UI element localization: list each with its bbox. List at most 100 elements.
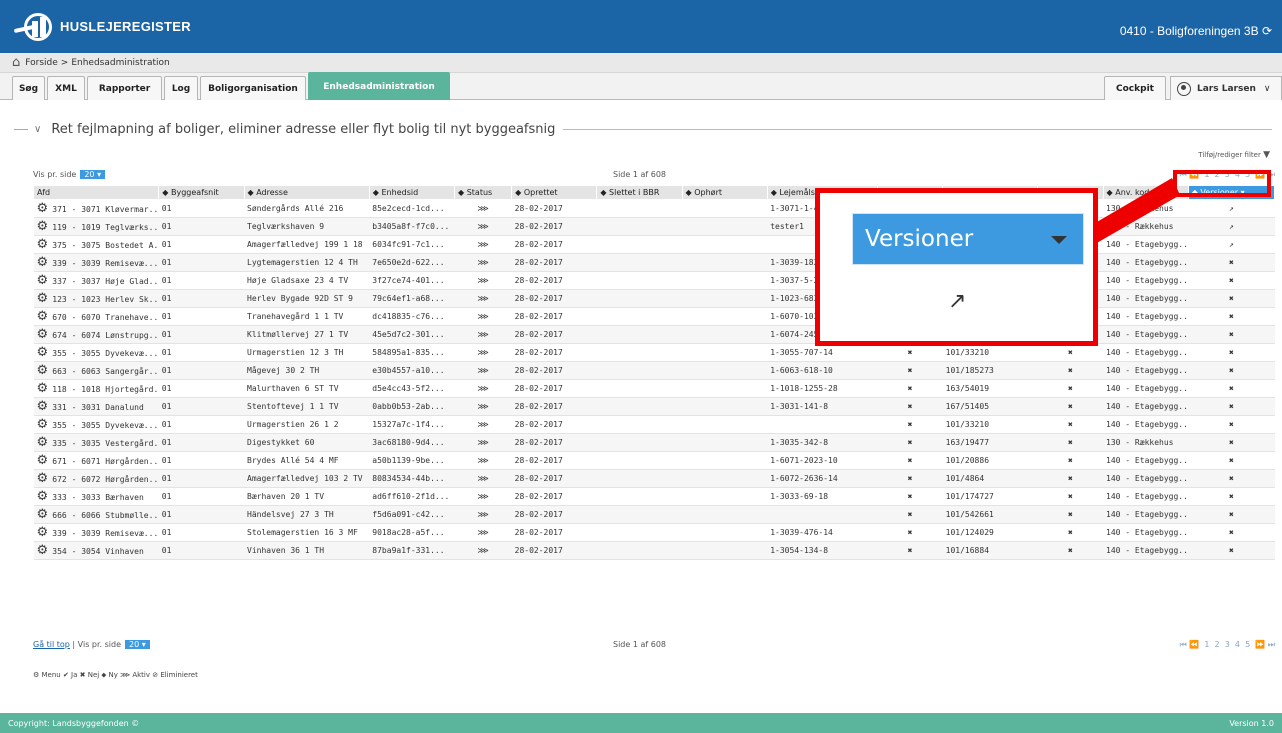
table-cell[interactable]: ↗ [1188,217,1275,236]
gear-icon[interactable]: ⚙ [37,201,53,216]
organization-name[interactable]: 0410 - Boligforeningen 3B ⟳ [1120,24,1272,38]
table-cell[interactable]: ⚙ 672 - 6072 Hørgården... [33,469,159,488]
table-cell[interactable]: ✖ [1188,415,1275,434]
column-header[interactable]: ◆ Slettet i BBR [596,185,683,200]
versioner-header-zoom[interactable]: Versioner [852,213,1084,265]
table-row[interactable]: ⚙ 355 - 3055 Dyvekevæ... 01 Urmagerstien 2… [33,415,1275,434]
gear-icon[interactable]: ⚙ [37,291,53,306]
table-cell[interactable]: ✖ [1188,541,1275,560]
table-cell[interactable]: ✖ [1188,307,1275,326]
gear-icon[interactable]: ⚙ [37,435,53,450]
table-cell[interactable]: ⚙ 123 - 1023 Herlev Sk... [33,289,159,308]
pagination-bottom[interactable]: ⏮ ⏪ 1 2 3 4 5 ⏩ ⏭ [1180,640,1275,650]
table-cell[interactable]: ✖ [1188,289,1275,308]
tab-boligorganisation[interactable]: Boligorganisation [200,76,306,100]
table-row[interactable]: ⚙ 331 - 3031 Danalund 01 Stentoftevej 1 1 … [33,397,1275,416]
table-row[interactable]: ⚙ 671 - 6071 Hørgården... 01 Brydes Allé 5… [33,451,1275,470]
brand-logo[interactable]: HUSLEJEREGISTER [13,9,191,43]
table-row[interactable]: ⚙ 333 - 3033 Bærhaven 01 Bærhaven 20 1 TV a… [33,487,1275,506]
gear-icon[interactable]: ⚙ [37,345,53,360]
table-cell[interactable]: ✖ [1188,361,1275,380]
table-cell[interactable]: ⚙ 375 - 3075 Bostedet A... [33,235,159,254]
table-cell[interactable]: ⚙ 354 - 3054 Vinhaven [33,541,159,560]
user-menu[interactable]: Lars Larsen ∨ [1170,76,1282,100]
external-link-icon[interactable]: ↗ [948,289,966,314]
table-cell[interactable]: ⚙ 355 - 3055 Dyvekevæ... [33,415,159,434]
table-row[interactable]: ⚙ 663 - 6063 Sangergår... 01 Mågevej 30 2 … [33,361,1275,380]
tab-log[interactable]: Log [164,76,198,100]
column-header[interactable]: ◆ Status [453,185,513,200]
column-header[interactable]: ◆ Adresse [243,185,370,200]
table-cell[interactable]: ↗ [1188,235,1275,254]
gear-icon[interactable]: ⚙ [37,219,53,234]
gear-icon[interactable]: ⚙ [37,489,53,504]
section-header[interactable]: ∨ Ret fejlmapning af boliger, eliminer a… [14,122,1272,137]
table-row[interactable]: ⚙ 672 - 6072 Hørgården... 01 Amagerfælledv… [33,469,1275,488]
table-cell[interactable]: ✖ [1188,271,1275,290]
table-cell[interactable]: ✖ [1188,343,1275,362]
table-cell[interactable]: ⚙ 674 - 6074 Lønstrupg... [33,325,159,344]
table-cell[interactable]: ⚙ 671 - 6071 Hørgården... [33,451,159,470]
tab-sog[interactable]: Søg [12,76,45,100]
table-cell[interactable]: ✖ [1188,397,1275,416]
table-cell[interactable]: ✖ [1188,253,1275,272]
table-cell[interactable]: ⚙ 666 - 6066 Stubmølle... [33,505,159,524]
table-cell[interactable]: ✖ [1188,469,1275,488]
table-cell[interactable]: ⚙ 339 - 3039 Remisevæ... [33,253,159,272]
gear-icon[interactable]: ⚙ [37,273,53,288]
table-cell[interactable]: ⚙ 663 - 6063 Sangergår... [33,361,159,380]
gear-icon[interactable]: ⚙ [37,363,53,378]
table-row[interactable]: ⚙ 666 - 6066 Stubmølle... 01 Händelsvej 27… [33,505,1275,524]
gear-icon[interactable]: ⚙ [37,381,53,396]
table-cell[interactable]: ↗ [1188,199,1275,218]
table-cell[interactable]: ⚙ 335 - 3035 Vestergård... [33,433,159,452]
goto-top-link[interactable]: Gå til top [33,640,70,649]
table-cell[interactable]: ⚙ 333 - 3033 Bærhaven [33,487,159,506]
cockpit-button[interactable]: Cockpit [1104,76,1166,100]
table-cell[interactable]: ✖ [1188,487,1275,506]
table-cell[interactable]: ⚙ 355 - 3055 Dyvekevæ... [33,343,159,362]
add-filter-link[interactable]: Tilføj/rediger filter ▼ [1198,150,1270,160]
column-header[interactable]: ◆ Ophørt [681,185,768,200]
table-cell[interactable]: ✖ [1188,451,1275,470]
table-cell[interactable]: ✖ [1188,433,1275,452]
refresh-icon[interactable]: ⟳ [1262,24,1272,38]
gear-icon[interactable]: ⚙ [37,471,53,486]
gear-icon[interactable]: ⚙ [37,507,53,522]
gear-icon[interactable]: ⚙ [37,327,53,342]
table-cell[interactable]: ⚙ 337 - 3037 Høje Glad... [33,271,159,290]
column-header[interactable]: ◆ Oprettet [511,185,598,200]
table-row[interactable]: ⚙ 339 - 3039 Remisevæ... 01 Stolemagerstie… [33,523,1275,542]
table-row[interactable]: ⚙ 118 - 1018 Hjortegård... 01 Malurthaven … [33,379,1275,398]
gear-icon[interactable]: ⚙ [37,399,53,414]
table-cell[interactable]: ✖ [1188,379,1275,398]
gear-icon[interactable]: ⚙ [37,417,53,432]
table-row[interactable]: ⚙ 354 - 3054 Vinhaven 01 Vinhaven 36 1 TH 8… [33,541,1275,560]
tab-enhedsadministration[interactable]: Enhedsadministration [308,72,450,100]
table-cell[interactable]: ✖ [1188,325,1275,344]
table-row[interactable]: ⚙ 355 - 3055 Dyvekevæ... 01 Urmagerstien 1… [33,343,1275,362]
breadcrumb-home[interactable]: Forside [25,58,58,68]
table-cell[interactable]: ⚙ 331 - 3031 Danalund [33,397,159,416]
table-cell[interactable]: ⚙ 119 - 1019 Teglværks... [33,217,159,236]
home-icon[interactable]: ⌂ [12,55,20,70]
table-cell[interactable]: ⚙ 670 - 6070 Tranehave... [33,307,159,326]
gear-icon[interactable]: ⚙ [37,309,53,324]
tab-rapporter[interactable]: Rapporter [87,76,162,100]
table-cell[interactable]: ⚙ 371 - 3071 Kløvermar... [33,199,159,218]
gear-icon[interactable]: ⚙ [37,453,53,468]
gear-icon[interactable]: ⚙ [37,255,53,270]
column-header[interactable]: Afd [32,185,160,200]
gear-icon[interactable]: ⚙ [37,237,53,252]
per-page-select-bottom[interactable]: 20 ▾ [125,640,150,649]
table-cell[interactable]: ⚙ 118 - 1018 Hjortegård... [33,379,159,398]
table-cell[interactable]: ⚙ 339 - 3039 Remisevæ... [33,523,159,542]
gear-icon[interactable]: ⚙ [37,543,53,558]
collapse-chevron-icon[interactable]: ∨ [34,124,41,135]
table-row[interactable]: ⚙ 335 - 3035 Vestergård... 01 Digestykket … [33,433,1275,452]
table-cell[interactable]: ✖ [1188,523,1275,542]
column-header[interactable]: ◆ Byggeafsnit [158,185,245,200]
table-cell[interactable]: ✖ [1188,505,1275,524]
per-page-select[interactable]: 20 ▾ [80,170,106,179]
gear-icon[interactable]: ⚙ [37,525,53,540]
